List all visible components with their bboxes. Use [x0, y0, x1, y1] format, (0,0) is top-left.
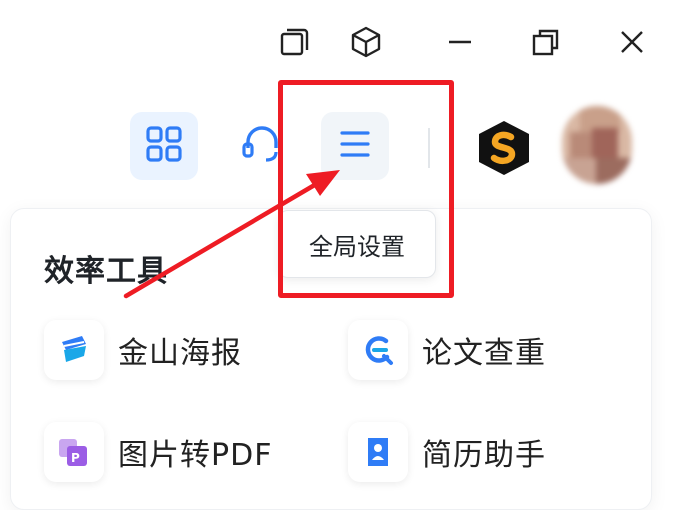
plagiarism-check-icon [348, 320, 408, 380]
toolbar-divider [428, 128, 430, 168]
svg-text:P: P [71, 451, 80, 465]
brand-s-logo[interactable] [474, 118, 534, 178]
tool-label: 论文查重 [422, 336, 546, 371]
tool-label: 图片转PDF [118, 438, 273, 473]
tool-label: 金山海报 [118, 336, 242, 371]
global-settings-button[interactable] [321, 112, 389, 180]
poster-icon [44, 320, 104, 380]
image-to-pdf-icon: P [44, 422, 104, 482]
cube-icon[interactable] [346, 22, 386, 62]
customer-service-button[interactable] [228, 112, 296, 180]
tool-item-resume[interactable]: 简历助手 [348, 422, 546, 482]
tool-item-plagiarism-check[interactable]: 论文查重 [348, 320, 546, 380]
section-title: 效率工具 [44, 254, 168, 289]
tool-item-image-to-pdf[interactable]: P 图片转PDF [44, 422, 272, 482]
apps-grid-button[interactable] [130, 112, 198, 180]
maximize-icon[interactable] [526, 22, 566, 62]
apps-grid-icon [145, 125, 183, 167]
tool-item-poster[interactable]: 金山海报 [44, 320, 242, 380]
global-settings-tooltip: 全局设置 [278, 210, 436, 278]
tool-label: 简历助手 [422, 438, 546, 473]
minimize-icon[interactable] [440, 22, 480, 62]
restore-window-icon[interactable] [275, 22, 315, 62]
user-avatar[interactable] [562, 106, 632, 184]
headset-icon [240, 122, 284, 170]
close-icon[interactable] [612, 22, 652, 62]
resume-icon [348, 422, 408, 482]
menu-icon [337, 126, 373, 166]
